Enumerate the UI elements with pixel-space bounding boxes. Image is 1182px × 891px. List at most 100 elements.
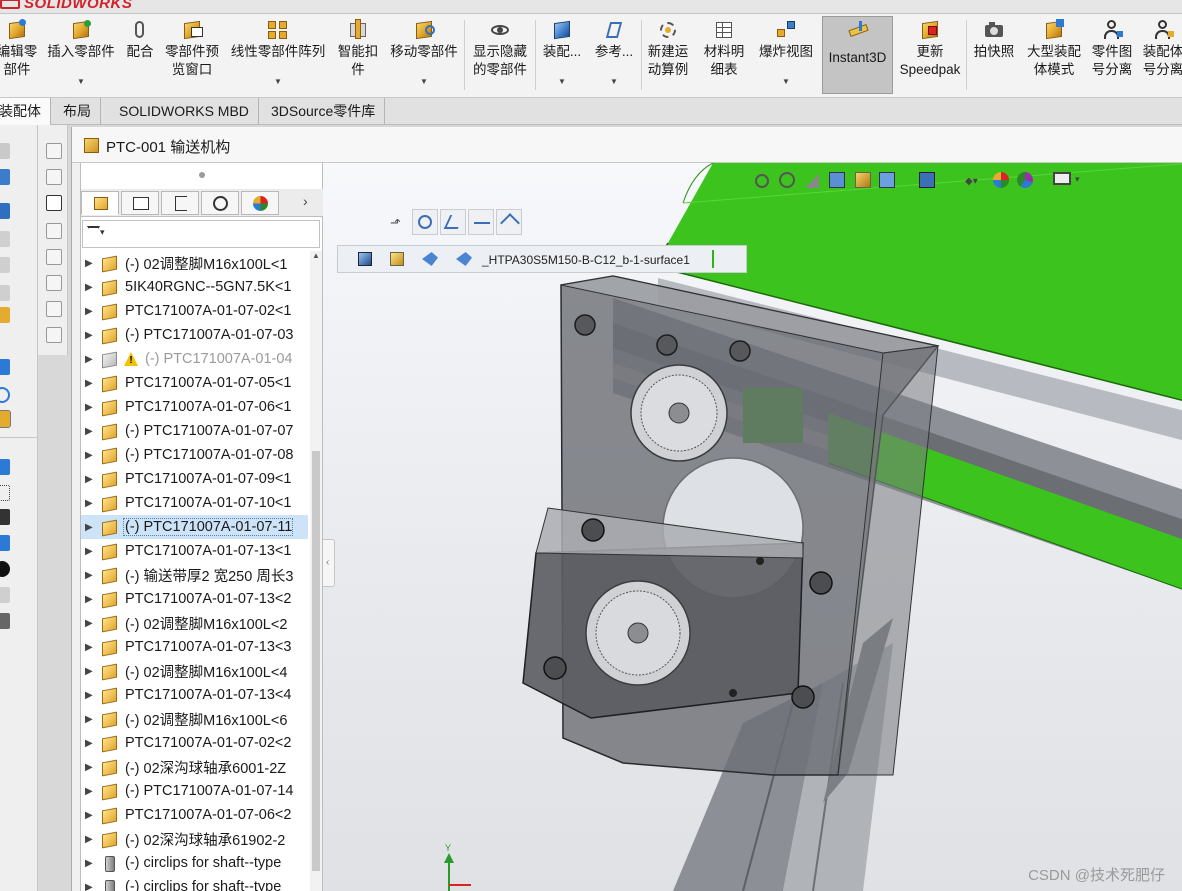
toolbar-move-icon[interactable]: [0, 509, 10, 525]
update-speedpak-button[interactable]: 更新 Speedpak: [898, 16, 962, 94]
zoom-area-icon[interactable]: [779, 172, 795, 188]
tree-node[interactable]: ▶ PTC171007A-01-07-02<2: [81, 731, 308, 755]
toolbar-part-icon[interactable]: [0, 143, 10, 159]
zoom-to-fit-icon[interactable]: [755, 174, 769, 188]
breadcrumb-part-icon[interactable]: [422, 252, 438, 266]
expand-arrow-icon[interactable]: ▶: [85, 330, 97, 341]
breadcrumb-subassembly-icon[interactable]: [390, 252, 404, 266]
tree-node[interactable]: ▶ PTC171007A-01-07-13<3: [81, 635, 308, 659]
tree-node[interactable]: ▶ (-) 02调整脚M16x100L<6: [81, 707, 308, 731]
context-arrow-icon[interactable]: ⬏: [390, 215, 401, 231]
assembly-feature-caret[interactable]: ▼: [558, 77, 566, 87]
scroll-up-icon[interactable]: ▲: [312, 251, 320, 260]
move-part-button[interactable]: 移动零部件 ▼: [386, 16, 462, 94]
expand-arrow-icon[interactable]: ▶: [85, 498, 97, 509]
assembly-feature-button[interactable]: 装配... ▼: [538, 16, 586, 94]
dimxpertmanager-tab[interactable]: [201, 191, 239, 215]
linear-pattern-button[interactable]: 线性零部件阵列 ▼: [226, 16, 330, 94]
scroll-thumb[interactable]: [312, 451, 320, 871]
apply-scene-icon[interactable]: [1017, 172, 1033, 188]
angle-mate-button[interactable]: [440, 209, 466, 235]
expand-arrow-icon[interactable]: ▶: [85, 378, 97, 389]
tree-node[interactable]: ▶ (-) circlips for shaft--type: [81, 875, 308, 891]
previous-view-icon[interactable]: [805, 174, 819, 188]
tree-node[interactable]: ▶ 5IK40RGNC--5GN7.5K<1: [81, 275, 308, 299]
annotation-a-active-icon[interactable]: [46, 195, 62, 211]
breadcrumb-face-name[interactable]: _HTPA30S5M150-B-C12_b-1-surface1: [482, 253, 690, 267]
large-assembly-mode-button[interactable]: 大型装配 体模式: [1021, 16, 1087, 94]
tree-node[interactable]: ▶ PTC171007A-01-07-02<1: [81, 299, 308, 323]
tree-node[interactable]: ▶ (-) PTC171007A-01-07-08: [81, 443, 308, 467]
tree-node[interactable]: ▶ (-) 02调整脚M16x100L<4: [81, 659, 308, 683]
filter-dropdown-icon[interactable]: ▾: [100, 227, 105, 238]
panel-grip[interactable]: [199, 172, 205, 178]
move-part-caret[interactable]: ▼: [420, 77, 428, 87]
mate-button[interactable]: 配合: [122, 16, 158, 94]
insert-part-caret[interactable]: ▼: [77, 77, 85, 87]
expand-arrow-icon[interactable]: ▶: [85, 618, 97, 629]
tree-node[interactable]: ▶ PTC171007A-01-07-13<4: [81, 683, 308, 707]
instant3d-button[interactable]: Instant3D: [822, 16, 893, 94]
tree-node[interactable]: ▶ (-) PTC171007A-01-07-03: [81, 323, 308, 347]
tree-node[interactable]: ▶ PTC171007A-01-07-05<1: [81, 371, 308, 395]
tree-node[interactable]: ▶ (-) 02调整脚M16x100L<2: [81, 611, 308, 635]
expand-arrow-icon[interactable]: ▶: [85, 834, 97, 845]
tree-filter-box[interactable]: ▾: [82, 220, 320, 248]
tree-node[interactable]: ▶ PTC171007A-01-07-09<1: [81, 467, 308, 491]
reference-caret[interactable]: ▼: [610, 77, 618, 87]
tab-assembly[interactable]: 装配体: [0, 98, 51, 125]
expand-arrow-icon[interactable]: ▶: [85, 402, 97, 413]
breadcrumb-feature-icon[interactable]: [456, 252, 472, 266]
smart-fastener-button[interactable]: 智能扣 件: [334, 16, 382, 94]
edit-appearance-icon[interactable]: [993, 172, 1009, 188]
tree-node[interactable]: ▶ (-) 02深沟球轴承6001-2Z: [81, 755, 308, 779]
toolbar-cube-icon[interactable]: [0, 203, 10, 219]
graphics-area[interactable]: Y ◆▾ ▾ ⬏ _HTPA30S5M150-B-C12_b-1-surface…: [323, 163, 1182, 891]
view-settings-icon[interactable]: [1053, 172, 1071, 185]
annotation-a-icon[interactable]: [46, 143, 62, 159]
expand-arrow-icon[interactable]: ▶: [85, 306, 97, 317]
tree-node[interactable]: ▶ (-) PTC171007A-01-07-14: [81, 779, 308, 803]
expand-arrow-icon[interactable]: ▶: [85, 522, 97, 533]
dynamic-annotation-icon[interactable]: [855, 172, 871, 188]
propertymanager-tab[interactable]: [121, 191, 159, 215]
expand-arrow-icon[interactable]: ▶: [85, 570, 97, 581]
expand-arrow-icon[interactable]: ▶: [85, 450, 97, 461]
expand-arrow-icon[interactable]: ▶: [85, 426, 97, 437]
tab-layout[interactable]: 布局: [54, 98, 101, 125]
preview-window-button[interactable]: 零部件预 览窗口: [160, 16, 224, 94]
snapshot-button[interactable]: 拍快照: [970, 16, 1018, 94]
tab-mbd[interactable]: SOLIDWORKS MBD: [110, 98, 259, 125]
tree-node[interactable]: ▶ (-) PTC171007A-01-07-07: [81, 419, 308, 443]
tangent-mate-button[interactable]: [496, 209, 522, 235]
toolbar-dot-icon[interactable]: [0, 535, 10, 551]
toolbar-plane-icon[interactable]: [0, 359, 10, 375]
assembly-drawing-number-button[interactable]: 装配体 号分离: [1138, 16, 1182, 94]
tree-node[interactable]: ▶ (-) 02深沟球轴承61902-2: [81, 827, 308, 851]
toolbar-target-icon[interactable]: [0, 561, 10, 577]
expand-arrow-icon[interactable]: ▶: [85, 810, 97, 821]
toolbar-gray-icon[interactable]: [0, 257, 10, 273]
expand-arrow-icon[interactable]: ▶: [85, 690, 97, 701]
toolbar-view-icon[interactable]: [0, 169, 10, 185]
concentric-mate-button[interactable]: [412, 209, 438, 235]
toolbar-curve-icon[interactable]: [0, 387, 10, 403]
expand-arrow-icon[interactable]: ▶: [85, 354, 97, 365]
edit-part-button[interactable]: 编辑零 部件: [0, 16, 40, 94]
tree-scrollbar[interactable]: ▲: [310, 251, 322, 891]
toolbar-dotline-icon[interactable]: [0, 485, 10, 501]
distance-mate-button[interactable]: [468, 209, 494, 235]
annotation-link-icon[interactable]: [46, 301, 62, 317]
insert-part-button[interactable]: 插入零部件 ▼: [43, 16, 119, 94]
view-settings-dropdown-icon[interactable]: ▾: [1075, 174, 1080, 185]
expand-arrow-icon[interactable]: ▶: [85, 594, 97, 605]
show-hidden-button[interactable]: 显示隐藏 的零部件: [468, 16, 532, 94]
view-orientation-icon[interactable]: [879, 172, 895, 188]
tree-node[interactable]: ▶ (-) circlips for shaft--type: [81, 851, 308, 875]
annotation-table-icon[interactable]: [46, 275, 62, 291]
toolbar-gray-icon[interactable]: [0, 231, 10, 247]
toolbar-hatch-icon[interactable]: [0, 613, 10, 629]
toolbar-gray-icon[interactable]: [0, 587, 10, 603]
annotation-a-icon[interactable]: [46, 169, 62, 185]
toolbar-instant3d-icon[interactable]: [0, 410, 11, 428]
